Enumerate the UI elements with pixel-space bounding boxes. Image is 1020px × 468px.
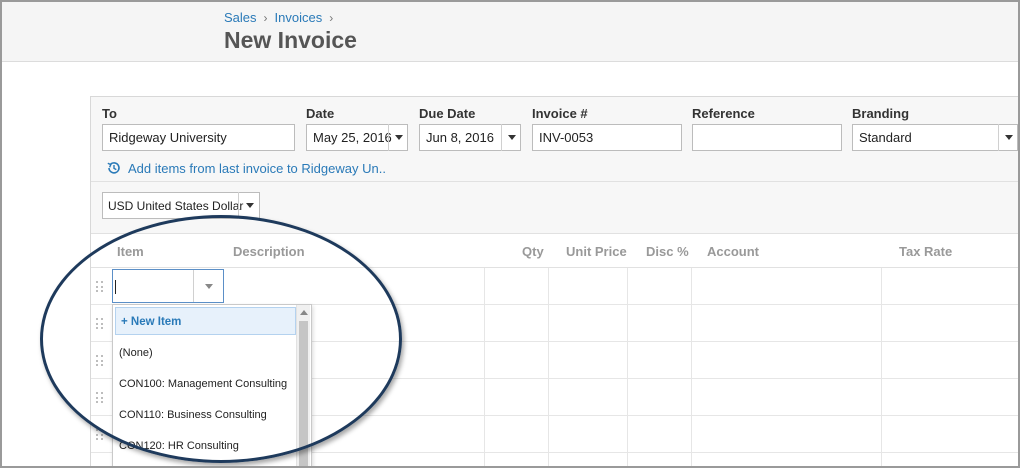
due-date-label: Due Date: [419, 106, 476, 121]
scrollbar-thumb[interactable]: [299, 321, 308, 467]
header-account: Account: [707, 244, 759, 259]
new-item-option[interactable]: + New Item: [115, 307, 296, 335]
reference-label: Reference: [692, 106, 755, 121]
line-items-header: [91, 234, 1018, 268]
item-input[interactable]: [112, 269, 224, 303]
header-description: Description: [233, 244, 305, 259]
divider: [91, 181, 1018, 182]
scroll-up-icon[interactable]: [299, 310, 308, 315]
column-divider: [548, 268, 549, 468]
column-divider: [484, 268, 485, 468]
drag-handle-icon[interactable]: [96, 318, 104, 330]
branding-label: Branding: [852, 106, 910, 121]
add-items-text[interactable]: Add items from last invoice to Ridgeway …: [128, 161, 386, 176]
dropdown-option[interactable]: CON110: Business Consulting: [113, 399, 311, 430]
header-item: Item: [117, 244, 144, 259]
page-title: New Invoice: [224, 27, 357, 53]
currency-select[interactable]: USD United States Dollar: [102, 192, 260, 219]
breadcrumb: Sales › Invoices ›: [224, 10, 340, 25]
reference-field[interactable]: [692, 124, 842, 151]
drag-handle-icon[interactable]: [96, 392, 104, 404]
header-tax-rate: Tax Rate: [899, 244, 953, 259]
header-disc: Disc %: [646, 244, 689, 259]
dropdown-option[interactable]: CON120: HR Consulting: [113, 430, 311, 461]
to-field[interactable]: Ridgeway University: [102, 124, 295, 151]
table-row[interactable]: [91, 268, 1018, 305]
date-label: Date: [306, 106, 335, 121]
header-qty: Qty: [522, 244, 544, 259]
invoice-number-label: Invoice #: [532, 106, 588, 121]
drag-handle-icon[interactable]: [96, 355, 104, 367]
header-unit-price: Unit Price: [566, 244, 627, 259]
branding-select[interactable]: Standard: [852, 124, 1018, 151]
text-cursor: [115, 280, 116, 294]
breadcrumb-separator: ›: [263, 10, 268, 25]
currency-chevron-down-icon[interactable]: [238, 192, 260, 219]
breadcrumb-separator: ›: [329, 10, 334, 25]
drag-handle-icon[interactable]: [96, 281, 104, 293]
history-icon: [106, 160, 122, 176]
dropdown-option[interactable]: CON100: Management Consulting: [113, 368, 311, 399]
due-date-chevron-down-icon[interactable]: [501, 124, 521, 151]
breadcrumb-invoices[interactable]: Invoices: [275, 10, 323, 25]
to-label: To: [102, 106, 117, 121]
column-divider: [881, 268, 882, 468]
column-divider: [627, 268, 628, 468]
top-bar: [2, 2, 1018, 62]
item-dropdown-list[interactable]: + New Item (None) CON100: Management Con…: [112, 304, 312, 468]
branding-chevron-down-icon[interactable]: [998, 124, 1018, 151]
date-chevron-down-icon[interactable]: [388, 124, 408, 151]
invoice-number-field[interactable]: INV-0053: [532, 124, 682, 151]
breadcrumb-sales[interactable]: Sales: [224, 10, 257, 25]
item-chevron-down-icon[interactable]: [193, 270, 223, 302]
column-divider: [691, 268, 692, 468]
dropdown-option[interactable]: (None): [113, 337, 311, 368]
add-items-link[interactable]: Add items from last invoice to Ridgeway …: [106, 160, 386, 176]
dropdown-scrollbar[interactable]: [296, 305, 310, 467]
drag-handle-icon[interactable]: [96, 429, 104, 441]
